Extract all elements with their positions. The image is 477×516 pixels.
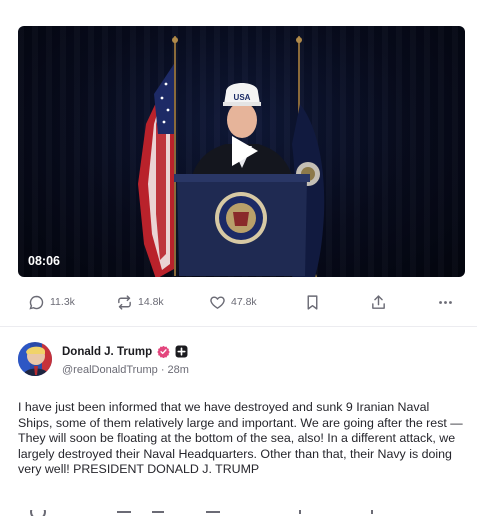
post-text: I have just been informed that we have d… bbox=[18, 400, 463, 477]
reply-button[interactable]: 11.3k bbox=[28, 288, 75, 316]
plus-badge-icon bbox=[175, 345, 188, 358]
next-action-row bbox=[0, 510, 477, 516]
post-timestamp[interactable]: 28m bbox=[168, 364, 189, 376]
podium bbox=[174, 174, 310, 276]
post-divider bbox=[0, 326, 477, 327]
meta-separator: · bbox=[160, 364, 165, 376]
play-icon[interactable] bbox=[230, 134, 260, 168]
heart-icon bbox=[210, 295, 225, 309]
avatar-image bbox=[18, 342, 52, 376]
bookmark-icon bbox=[307, 294, 318, 310]
post-meta: @realDonaldTrump · 28m bbox=[62, 364, 189, 376]
reply-icon bbox=[29, 295, 44, 310]
video-player[interactable]: USA 08:06 bbox=[18, 26, 465, 277]
more-options-button[interactable] bbox=[437, 288, 454, 316]
author-name[interactable]: Donald J. Trump bbox=[62, 346, 152, 358]
post-author: Donald J. Trump bbox=[62, 345, 188, 358]
avatar[interactable] bbox=[18, 342, 52, 376]
cap-text: USA bbox=[234, 93, 251, 102]
video-duration: 08:06 bbox=[28, 254, 60, 268]
verified-badge-icon bbox=[157, 345, 170, 358]
like-button[interactable]: 47.8k bbox=[209, 288, 257, 316]
share-icon bbox=[372, 294, 385, 309]
restruth-count: 14.8k bbox=[138, 296, 164, 308]
like-count: 47.8k bbox=[231, 296, 257, 308]
author-handle[interactable]: @realDonaldTrump bbox=[62, 364, 158, 376]
post-actions: 11.3k 14.8k 47.8k bbox=[0, 288, 477, 316]
restruth-icon bbox=[118, 294, 131, 310]
more-icon bbox=[439, 300, 452, 304]
reply-count: 11.3k bbox=[50, 296, 75, 308]
reply-icon bbox=[30, 510, 373, 516]
us-flag bbox=[138, 64, 174, 277]
restruth-button[interactable]: 14.8k bbox=[116, 288, 164, 316]
share-button[interactable] bbox=[370, 288, 387, 316]
bookmark-button[interactable] bbox=[304, 288, 321, 316]
